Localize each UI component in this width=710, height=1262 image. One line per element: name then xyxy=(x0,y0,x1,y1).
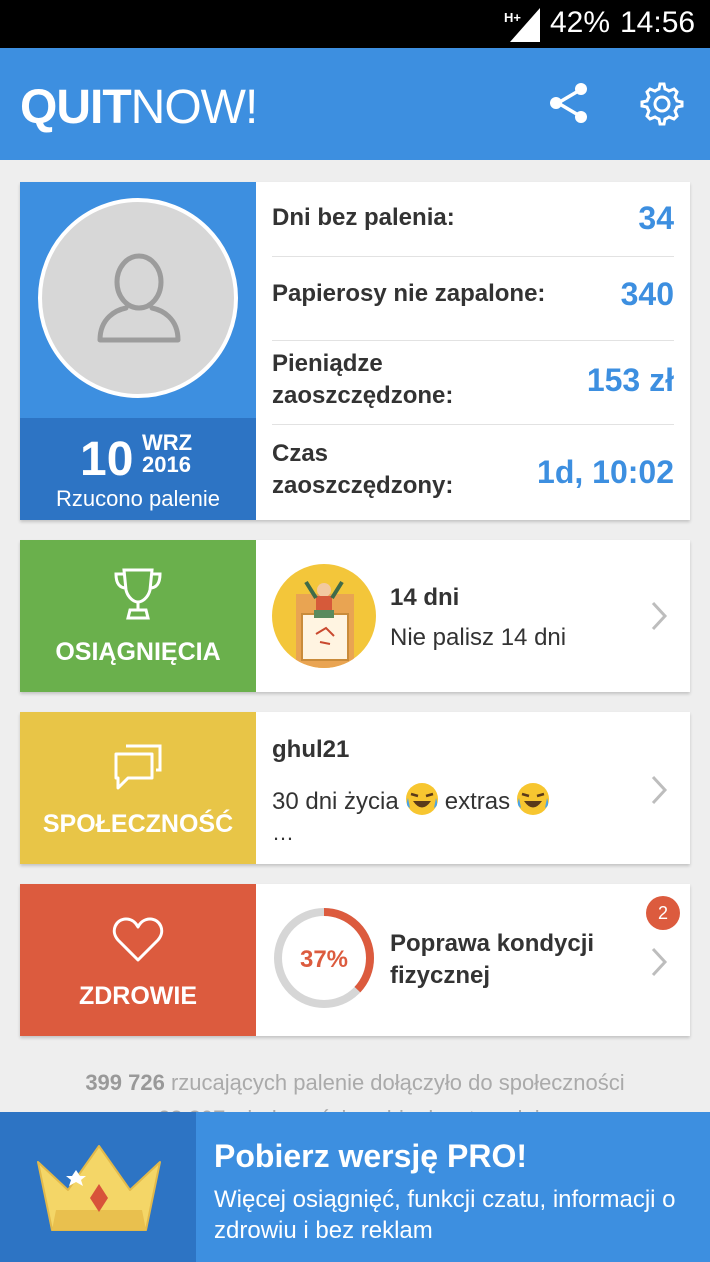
stats-list: Dni bez palenia: 34 Papierosy nie zapalo… xyxy=(272,182,674,520)
avatar[interactable] xyxy=(38,198,238,398)
community-stats: 399 726 rzucających palenie dołączyło do… xyxy=(0,1070,710,1131)
status-bar: H+ 42% 14:56 xyxy=(0,0,710,48)
laughing-emoji-icon xyxy=(405,783,438,815)
quit-label: Rzucono palenie xyxy=(56,486,220,511)
health-progress-ring: 37% xyxy=(274,908,374,1008)
app-bar: QUITNOW! xyxy=(0,48,710,160)
achievements-tile[interactable]: OSIĄGNIĘCIA xyxy=(20,540,256,692)
health-title: ZDROWIE xyxy=(78,982,198,1010)
laughing-emoji-icon xyxy=(517,783,550,815)
achievement-illustration xyxy=(296,580,354,668)
user-icon xyxy=(97,253,181,343)
achievement-title: 14 dni xyxy=(390,584,460,611)
stat-cigarettes: Papierosy nie zapalone: 340 xyxy=(272,256,674,341)
chevron-right-icon[interactable] xyxy=(650,600,668,632)
svg-text:H+: H+ xyxy=(504,10,521,25)
post-more: … xyxy=(272,820,294,845)
stat-money: Pieniądze zaoszczędzone: 153 zł xyxy=(272,340,674,425)
achievement-desc: Nie palisz 14 dni xyxy=(390,624,567,651)
quit-day: 10 xyxy=(80,433,134,486)
app-logo: QUITNOW! xyxy=(20,81,258,134)
trophy-icon xyxy=(114,568,162,620)
chat-icon xyxy=(114,744,162,790)
quit-date: 10 WRZ 2016 Rzucono palenie xyxy=(20,418,256,520)
profile-panel: 10 WRZ 2016 Rzucono palenie xyxy=(20,182,256,520)
heart-icon xyxy=(112,917,164,962)
health-item-text: Poprawa kondycji fizycznej xyxy=(390,930,595,989)
community-title: SPOŁECZNOŚĆ xyxy=(42,810,234,838)
achievements-title: OSIĄGNIĘCIA xyxy=(55,638,221,666)
health-progress-label: 37% xyxy=(300,946,348,973)
profile-card[interactable]: 10 WRZ 2016 Rzucono palenie Dni bez palen… xyxy=(20,182,690,520)
stat-time: Czas zaoszczędzony: 1d, 10:02 xyxy=(272,440,674,499)
achievement-badge xyxy=(272,564,376,668)
signal-icon: H+ xyxy=(504,8,540,42)
community-card[interactable]: SPOŁECZNOŚĆ ghul21 30 dni życia extras … xyxy=(20,712,690,864)
achievements-card[interactable]: OSIĄGNIĘCIA 14 dni Nie palisz 14 dni xyxy=(20,540,690,692)
chevron-right-icon[interactable] xyxy=(650,774,668,806)
health-card[interactable]: ZDROWIE 37% Poprawa kondycji fizycznej 2 xyxy=(20,884,690,1036)
crown-icon xyxy=(37,1145,161,1231)
share-icon[interactable] xyxy=(546,80,592,126)
pro-title: Pobierz wersję PRO! xyxy=(214,1138,527,1174)
clock: 14:56 xyxy=(620,6,696,39)
members-line: 399 726 rzucających palenie dołączyło do… xyxy=(85,1070,625,1095)
quit-month-year: WRZ 2016 xyxy=(142,430,193,477)
notification-badge: 2 xyxy=(646,896,680,930)
battery-level: 42% xyxy=(550,6,611,39)
community-tile[interactable]: SPOŁECZNOŚĆ xyxy=(20,712,256,864)
crown-panel xyxy=(0,1112,196,1262)
health-tile[interactable]: ZDROWIE xyxy=(20,884,256,1036)
pro-description: Więcej osiągnięć, funkcji czatu, informa… xyxy=(214,1186,676,1244)
post-author: ghul21 xyxy=(272,736,350,763)
chevron-right-icon[interactable] xyxy=(650,946,668,978)
stat-days: Dni bez palenia: 34 xyxy=(272,182,674,257)
pro-banner[interactable]: Pobierz wersję PRO! Więcej osiągnięć, fu… xyxy=(0,1112,710,1262)
post-message: 30 dni życia extras xyxy=(272,782,556,816)
gear-icon[interactable] xyxy=(638,80,686,128)
